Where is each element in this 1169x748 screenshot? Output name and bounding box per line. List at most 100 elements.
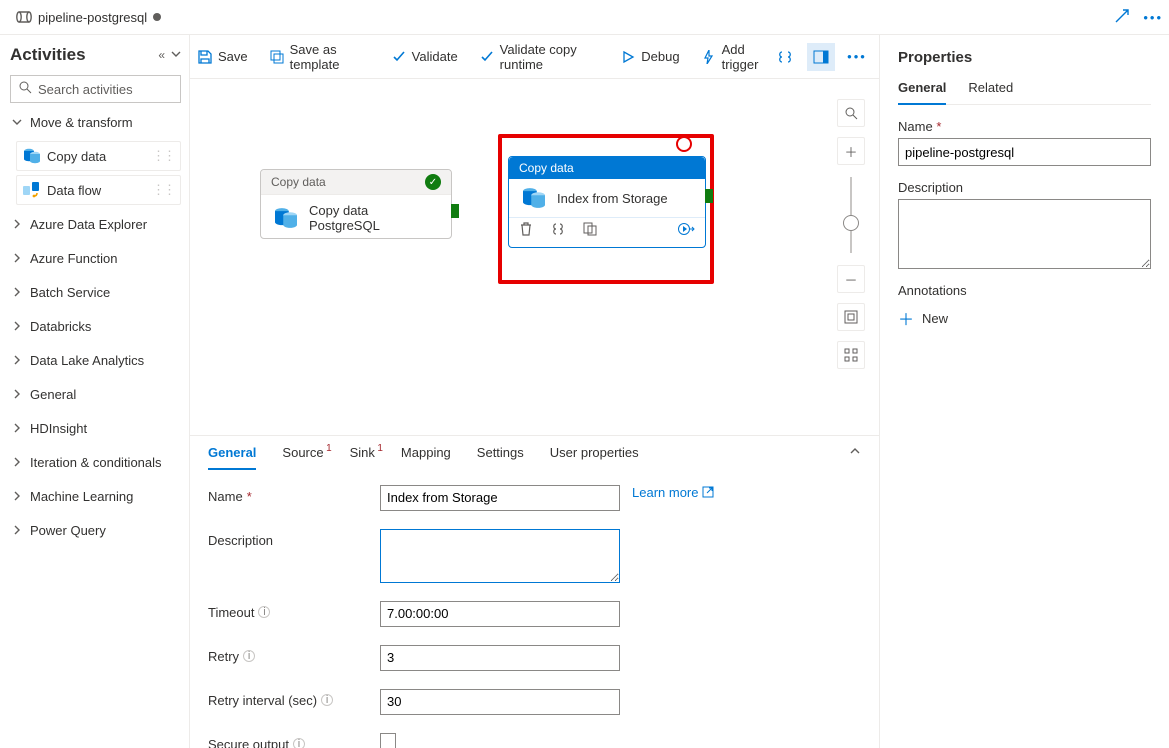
pipeline-canvas[interactable]: Copy data✓ Copy data PostgreSQL Copy dat… [190, 79, 879, 435]
category-label: Move & transform [30, 115, 133, 130]
retry-input[interactable] [380, 645, 620, 671]
retry-interval-label: Retry interval (sec) i [208, 689, 368, 708]
activity-node-index-storage[interactable]: Copy data Index from Storage [508, 156, 706, 248]
debug-button[interactable]: Debug [621, 49, 679, 64]
retry-interval-input[interactable] [380, 689, 620, 715]
save-template-icon [270, 50, 284, 64]
timeout-input[interactable] [380, 601, 620, 627]
category-item[interactable]: Power Query [10, 515, 181, 545]
search-icon [19, 81, 32, 97]
activity-copy-data[interactable]: Copy data ⋮⋮ [16, 141, 181, 171]
activity-label: Copy data [47, 149, 106, 164]
category-label: Azure Function [30, 251, 117, 266]
learn-more-link[interactable]: Learn more [632, 485, 714, 500]
secure-output-label: Secure output i [208, 733, 368, 748]
tab-user-properties[interactable]: User properties [550, 445, 639, 460]
validate-button[interactable]: Validate [392, 49, 458, 64]
secure-output-checkbox[interactable] [380, 733, 396, 748]
copy-icon[interactable] [583, 222, 597, 239]
database-icon [273, 207, 299, 229]
category-move-transform[interactable]: Move & transform [10, 107, 181, 137]
save-button[interactable]: Save [198, 49, 248, 64]
category-item[interactable]: Iteration & conditionals [10, 447, 181, 477]
toolbar-more-button[interactable]: ••• [843, 43, 871, 71]
settings-tabs: General Source1 Sink1 Mapping Settings U… [190, 436, 879, 469]
activities-panel: Activities « Search activities Move & tr… [0, 35, 190, 748]
zoom-out-button[interactable]: － [837, 265, 865, 293]
properties-toggle-button[interactable] [807, 43, 835, 71]
prop-name-input[interactable] [898, 138, 1151, 166]
fit-screen-button[interactable] [837, 303, 865, 331]
new-label: New [922, 311, 948, 326]
category-item[interactable]: Azure Function [10, 243, 181, 273]
category-item[interactable]: Azure Data Explorer [10, 209, 181, 239]
drag-handle-icon[interactable]: ⋮⋮ [152, 182, 174, 198]
highlight-box: Copy data Index from Storage [498, 134, 714, 284]
save-icon [198, 50, 212, 64]
search-activities-input[interactable]: Search activities [10, 75, 181, 103]
layout-button[interactable] [837, 341, 865, 369]
properties-tabs: General Related [898, 80, 1151, 105]
category-item[interactable]: Databricks [10, 311, 181, 341]
pipeline-toolbar: Save Save as template Validate Validate … [190, 35, 879, 79]
collapse-left-icon[interactable]: « [158, 48, 165, 62]
code-icon[interactable] [551, 222, 565, 239]
category-item[interactable]: Data Lake Analytics [10, 345, 181, 375]
tab-general[interactable]: General [208, 445, 256, 460]
run-icon[interactable] [677, 222, 695, 239]
chevron-down-icon[interactable] [171, 48, 181, 62]
success-icon: ✓ [425, 174, 441, 190]
tab-source[interactable]: Source1 [282, 445, 323, 460]
validate-label: Validate [412, 49, 458, 64]
category-label: Iteration & conditionals [30, 455, 162, 470]
zoom-slider-knob[interactable] [843, 215, 859, 231]
category-label: Batch Service [30, 285, 110, 300]
category-item[interactable]: General [10, 379, 181, 409]
zoom-find-button[interactable] [837, 99, 865, 127]
code-view-button[interactable] [771, 43, 799, 71]
timeout-label: Timeout i [208, 601, 368, 620]
chevron-right-icon [10, 457, 24, 467]
drag-handle-icon[interactable]: ⋮⋮ [152, 148, 174, 164]
database-icon [23, 148, 41, 164]
zoom-slider[interactable] [850, 177, 852, 253]
zoom-in-button[interactable]: ＋ [837, 137, 865, 165]
more-icon[interactable]: ••• [1143, 10, 1163, 25]
category-label: Databricks [30, 319, 91, 334]
retry-label: Retry i [208, 645, 368, 664]
tab-settings[interactable]: Settings [477, 445, 524, 460]
category-label: Power Query [30, 523, 106, 538]
node-name: Copy data PostgreSQL [309, 203, 439, 233]
save-template-button[interactable]: Save as template [270, 42, 370, 72]
description-input[interactable] [380, 529, 620, 583]
pipeline-tab[interactable]: pipeline-postgresql [6, 0, 171, 34]
prop-description-input[interactable] [898, 199, 1151, 269]
prop-tab-general[interactable]: General [898, 80, 946, 105]
badge: 1 [326, 443, 332, 454]
delete-icon[interactable] [519, 222, 533, 239]
category-item[interactable]: Batch Service [10, 277, 181, 307]
info-icon: i [243, 650, 255, 662]
activity-data-flow[interactable]: Data flow ⋮⋮ [16, 175, 181, 205]
add-trigger-button[interactable]: Add trigger [702, 42, 771, 72]
chevron-down-icon [10, 117, 24, 127]
title-tab-bar: pipeline-postgresql ••• [0, 0, 1169, 35]
prop-description-label: Description [898, 180, 1151, 195]
name-input[interactable] [380, 485, 620, 511]
tab-sink[interactable]: Sink1 [350, 445, 375, 460]
tab-mapping[interactable]: Mapping [401, 445, 451, 460]
collapse-panel-button[interactable] [849, 445, 861, 460]
dataflow-icon [23, 182, 41, 198]
expand-icon[interactable] [1115, 9, 1129, 26]
new-annotation-button[interactable]: ＋ New [898, 306, 1151, 330]
output-port[interactable] [451, 204, 459, 218]
activity-node-copy-postgresql[interactable]: Copy data✓ Copy data PostgreSQL [260, 169, 452, 239]
category-item[interactable]: HDInsight [10, 413, 181, 443]
validate-copy-button[interactable]: Validate copy runtime [480, 42, 600, 72]
info-icon: i [293, 738, 305, 748]
category-item[interactable]: Machine Learning [10, 481, 181, 511]
check-icon [392, 50, 406, 64]
prop-tab-related[interactable]: Related [968, 80, 1013, 104]
database-icon [521, 187, 547, 209]
output-port[interactable] [705, 189, 713, 203]
